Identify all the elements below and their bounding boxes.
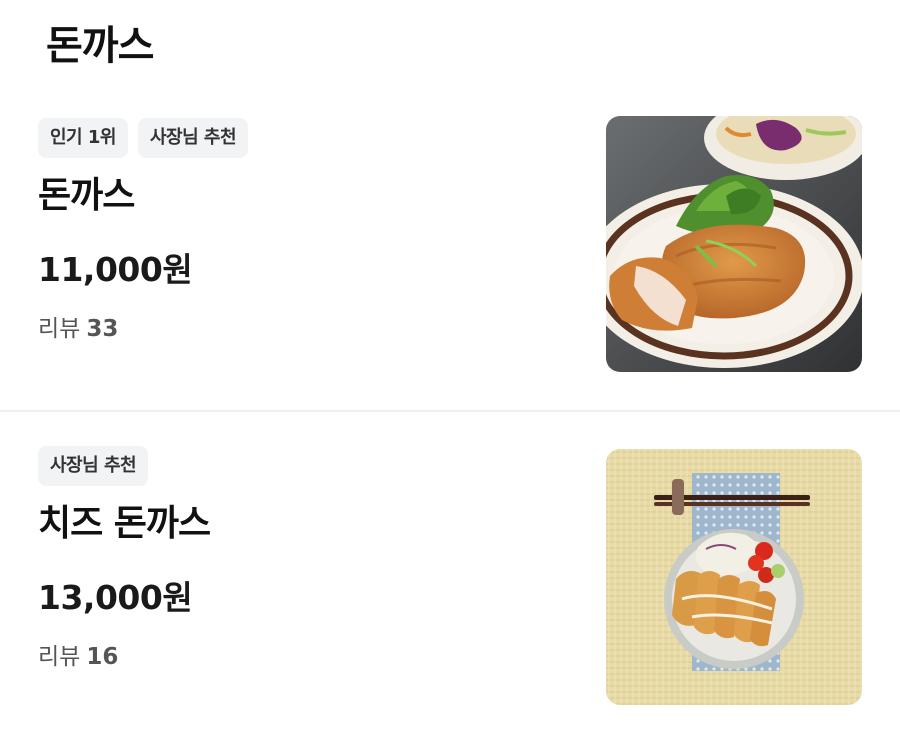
category-title: 돈까스 — [46, 23, 154, 69]
tonkatsu-plate-image — [606, 116, 862, 372]
menu-item-cheese-tonkatsu[interactable]: 사장님 추천 치즈 돈까스 13,000원 리뷰 16 — [0, 412, 900, 742]
popular-rank-badge: 인기 1위 — [38, 118, 128, 158]
menu-item-price: 11,000원 — [38, 250, 193, 289]
owner-recommend-badge: 사장님 추천 — [137, 118, 249, 158]
cheese-tonkatsu-plate-image — [606, 449, 862, 705]
reviews-label: 리뷰 — [38, 644, 81, 670]
reviews-label: 리뷰 — [38, 316, 81, 342]
reviews-count: 33 — [86, 316, 119, 342]
menu-item-photo[interactable] — [606, 116, 862, 372]
badge-list: 인기 1위 사장님 추천 — [38, 118, 249, 158]
menu-item-tonkatsu[interactable]: 인기 1위 사장님 추천 돈까스 11,000원 리뷰 33 — [0, 84, 900, 414]
owner-recommend-badge: 사장님 추천 — [38, 446, 149, 486]
menu-item-price: 13,000원 — [38, 578, 193, 617]
badge-list: 사장님 추천 — [38, 446, 149, 486]
menu-item-name: 치즈 돈까스 — [38, 503, 211, 544]
menu-item-photo[interactable] — [606, 449, 862, 705]
menu-item-name: 돈까스 — [38, 175, 135, 216]
menu-item-reviews: 리뷰 33 — [38, 312, 118, 346]
reviews-count: 16 — [86, 644, 119, 670]
menu-item-reviews: 리뷰 16 — [38, 640, 118, 674]
menu-category-page: 돈까스 인기 1위 사장님 추천 돈까스 11,000원 리뷰 33 사장님 추… — [0, 0, 900, 738]
